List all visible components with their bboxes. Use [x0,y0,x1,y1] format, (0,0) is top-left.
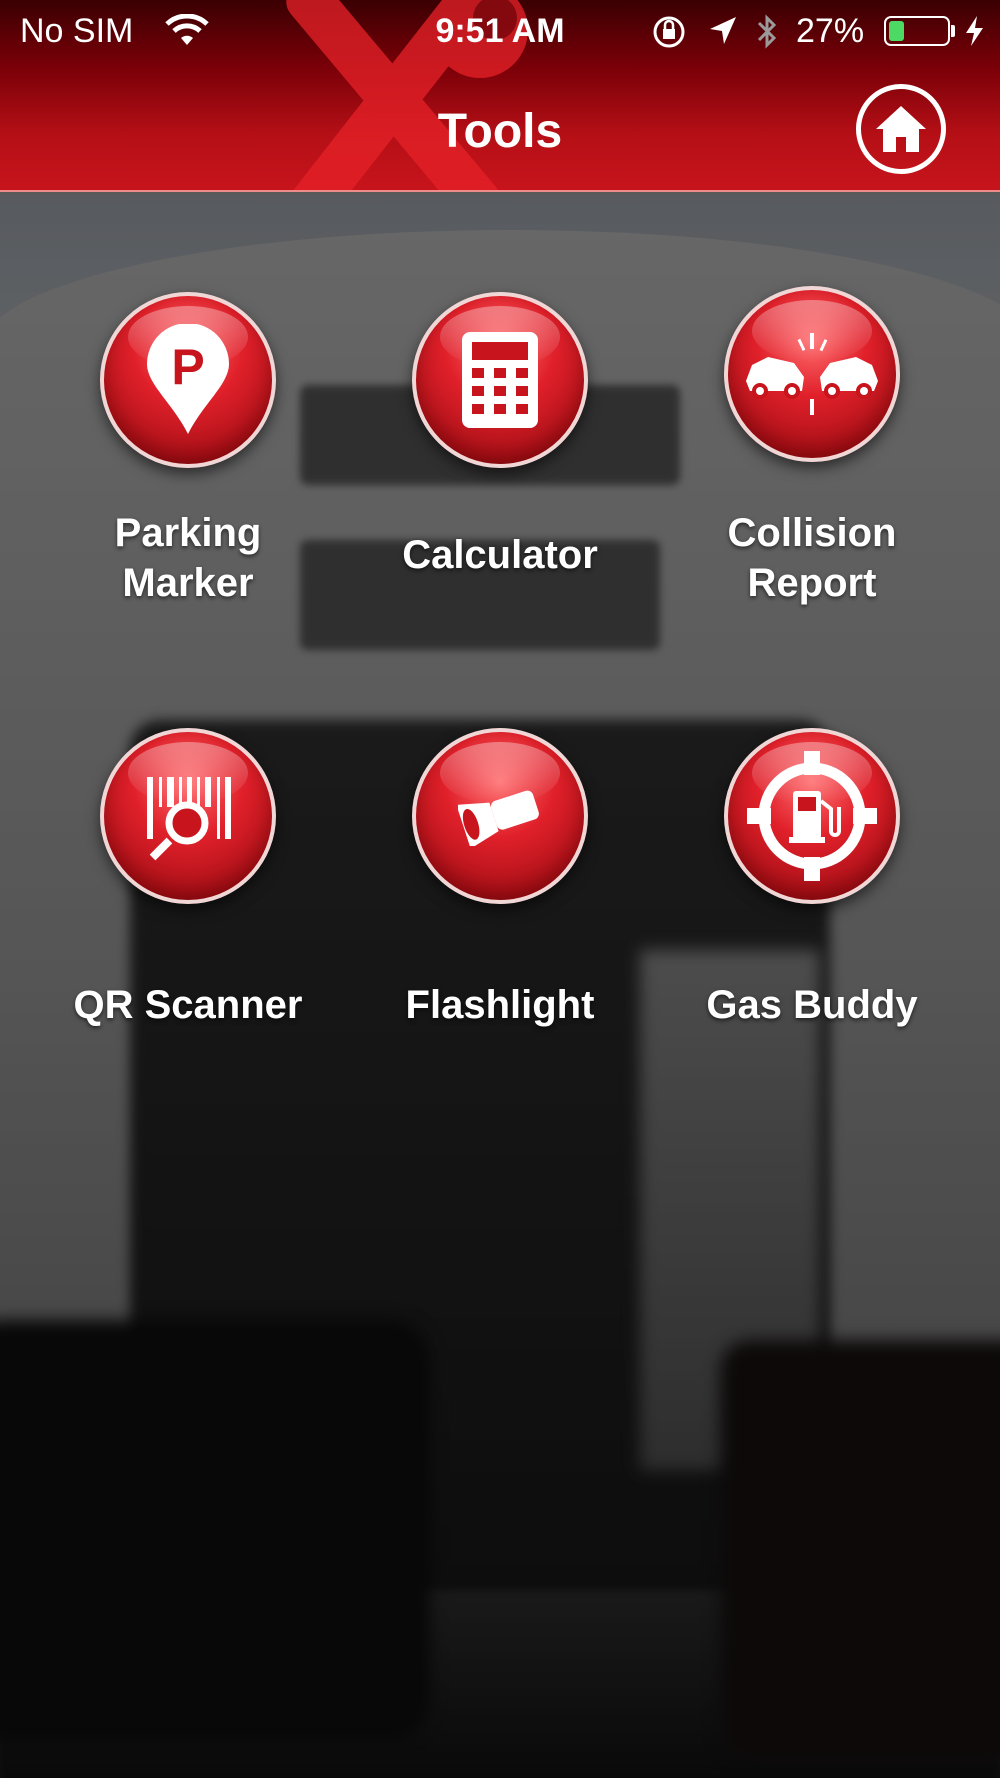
gas-pump-icon [747,751,877,881]
tool-collision-report[interactable]: Collision Report [662,286,962,608]
tool-label: Calculator [402,533,598,577]
qr-scanner-button[interactable] [100,728,276,904]
collision-report-button[interactable] [724,286,900,462]
flashlight-icon [458,790,539,846]
page-title: Tools [437,105,563,158]
tool-label: Collision Report [727,511,897,605]
header-bar: No SIM 9:51 AM 27% Tools [0,0,1000,192]
car-collision-icon [746,333,878,415]
charging-bolt-icon [966,16,983,46]
tool-calculator[interactable]: Calculator [350,292,650,580]
battery-icon [884,16,950,46]
barcode-scan-icon [147,777,231,861]
tool-flashlight[interactable]: Flashlight [350,728,650,1030]
tool-label: QR Scanner [73,983,303,1027]
home-button[interactable] [856,84,946,174]
parking-marker-button[interactable]: P [100,292,276,468]
flashlight-button[interactable] [412,728,588,904]
location-arrow-icon [710,17,736,44]
home-icon [876,106,926,152]
tool-gas-buddy[interactable]: Gas Buddy [662,728,962,1030]
tool-label: Parking Marker [114,511,262,605]
calculator-icon [462,332,538,428]
orientation-lock-icon [653,16,685,48]
gas-buddy-button[interactable] [724,728,900,904]
tool-label: Gas Buddy [706,983,918,1027]
tool-parking-marker[interactable]: P Parking Marker [38,292,338,608]
battery-percent: 27% [796,12,865,50]
calculator-button[interactable] [412,292,588,468]
tool-qr-scanner[interactable]: QR Scanner [38,728,338,1030]
bluetooth-icon [757,14,777,49]
tool-label: Flashlight [405,983,595,1027]
parking-pin-icon: P [147,324,229,434]
svg-text:P: P [171,339,204,395]
status-bar: No SIM 9:51 AM 27% [0,0,1000,66]
